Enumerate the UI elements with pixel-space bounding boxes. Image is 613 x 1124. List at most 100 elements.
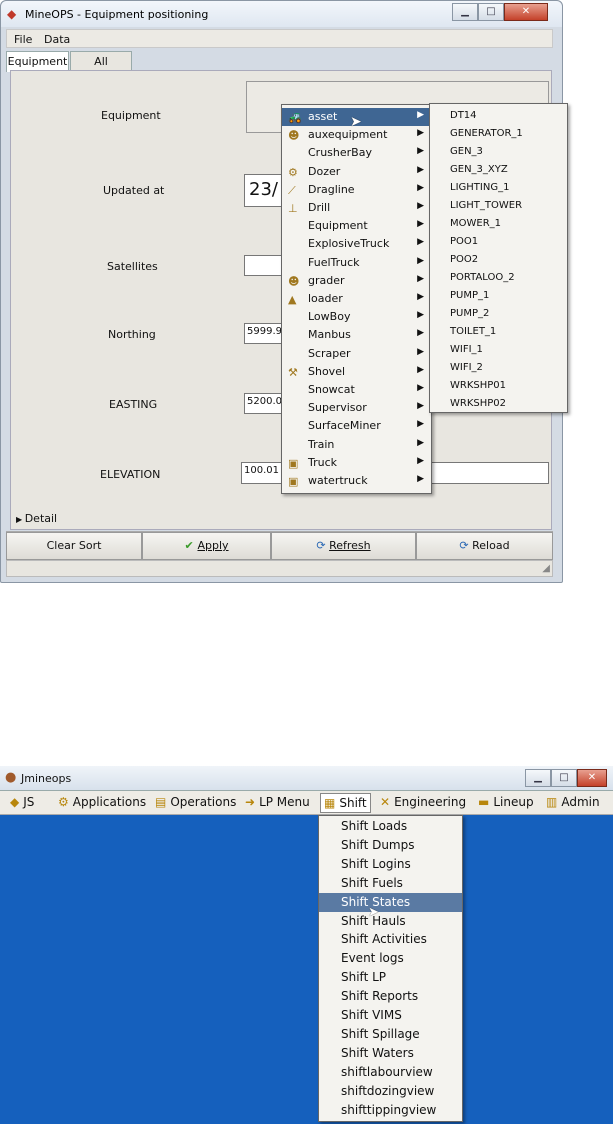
menu-item-train[interactable]: Train ▶: [282, 436, 432, 454]
shift-menu-item[interactable]: Shift Dumps: [319, 836, 462, 855]
minimize-button[interactable]: ▁: [452, 3, 478, 21]
apply-label: Apply: [197, 539, 229, 552]
menu-item-snowcat[interactable]: Snowcat ▶: [282, 381, 432, 399]
refresh-label: Refresh: [329, 539, 371, 552]
mouse-cursor-icon: ➤: [350, 114, 362, 130]
jmineops-window-controls: ▁ □ ✕: [525, 769, 607, 787]
shift-menu-item[interactable]: Shift Spillage: [319, 1025, 462, 1044]
jmineops-logo-icon: ●: [5, 770, 17, 785]
maximize-button[interactable]: □: [478, 3, 504, 21]
submenu-item[interactable]: PORTALOO_2: [450, 272, 515, 283]
menu-engineering[interactable]: ✕ Engineering: [380, 795, 466, 809]
reload-button[interactable]: ⟳ Reload: [416, 532, 553, 560]
menu-item-label: Shovel: [308, 364, 346, 378]
menu-item-supervisor[interactable]: Supervisor ▶: [282, 399, 432, 417]
shift-menu-item[interactable]: Shift Hauls: [319, 912, 462, 931]
shift-menu-item[interactable]: shiftlabourview: [319, 1063, 462, 1082]
submenu-item[interactable]: PUMP_2: [450, 308, 489, 319]
shift-menu-item[interactable]: Shift Reports: [319, 987, 462, 1006]
menu-operations[interactable]: ▤ Operations: [155, 795, 236, 809]
menu-shift[interactable]: ▦ Shift: [320, 793, 371, 813]
submenu-arrow-icon: ▶: [417, 273, 424, 284]
menu-item-label: Dragline: [308, 182, 355, 196]
submenu-item[interactable]: LIGHTING_1: [450, 182, 509, 193]
menu-item-manbus[interactable]: Manbus ▶: [282, 326, 432, 344]
desktop-area: [0, 815, 613, 1124]
submenu-item[interactable]: WRKSHP02: [450, 398, 506, 409]
jmineops-maximize-button[interactable]: □: [551, 769, 577, 787]
menu-label: JS: [23, 795, 35, 809]
submenu-item[interactable]: POO2: [450, 254, 478, 265]
menu-item-dozer[interactable]: ⚙ Dozer ▶: [282, 163, 432, 181]
menu-item-lowboy[interactable]: LowBoy ▶: [282, 308, 432, 326]
equipment-type-menu: 🚜 asset ▶ ☻ auxequipment ▶ CrusherBay ▶ ⚙ Dozer ▶ ⟋…: [281, 104, 432, 494]
menu-lp-menu[interactable]: ➜ LP Menu: [245, 795, 310, 809]
menu-lineup[interactable]: ▬ Lineup: [478, 795, 534, 809]
updated-at-field[interactable]: 23/: [244, 174, 284, 207]
shift-menu-item[interactable]: shiftdozingview: [319, 1082, 462, 1101]
clear-sort-button[interactable]: Clear Sort: [6, 532, 142, 560]
asset-submenu: DT14 GENERATOR_1 GEN_3 GEN_3_XYZ LIGHTING_1 L…: [429, 103, 568, 413]
submenu-item[interactable]: LIGHT_TOWER: [450, 200, 522, 211]
submenu-item[interactable]: PUMP_1: [450, 290, 489, 301]
shift-menu-item[interactable]: Shift Waters: [319, 1044, 462, 1063]
menu-item-scraper[interactable]: Scraper ▶: [282, 345, 432, 363]
menu-item-grader[interactable]: ☻ grader ▶: [282, 272, 432, 290]
refresh-button[interactable]: ⟳ Refresh: [271, 532, 416, 560]
menu-item-equipment[interactable]: Equipment ▶: [282, 217, 432, 235]
menu-js[interactable]: ◆ JS: [10, 795, 34, 809]
menu-item-fueltruck[interactable]: FuelTruck ▶: [282, 254, 432, 272]
menu-item-crusherbay[interactable]: CrusherBay ▶: [282, 144, 432, 162]
submenu-arrow-icon: ▶: [417, 346, 424, 357]
submenu-item[interactable]: DT14: [450, 110, 477, 121]
shovel-icon: ⚒: [288, 365, 298, 379]
shift-menu-item[interactable]: Shift VIMS: [319, 1006, 462, 1025]
detail-toggle[interactable]: ▶ Detail: [16, 512, 57, 525]
northing-field[interactable]: 5999.9: [244, 323, 284, 344]
shift-menu-item[interactable]: Shift LP: [319, 968, 462, 987]
menu-item-watertruck[interactable]: ▣ watertruck ▶: [282, 472, 432, 490]
menu-item-dragline[interactable]: ⟋ Dragline ▶: [282, 181, 432, 199]
resize-grip-icon[interactable]: ◢: [542, 563, 550, 574]
tab-all[interactable]: All: [70, 51, 132, 72]
submenu-item[interactable]: TOILET_1: [450, 326, 496, 337]
submenu-item[interactable]: WRKSHP01: [450, 380, 506, 391]
label-northing: Northing: [108, 328, 156, 341]
title-bar: ◆ MineOPS - Equipment positioning ▁ □ ✕: [1, 1, 562, 27]
easting-field[interactable]: 5200.0: [244, 393, 284, 414]
shift-menu-item[interactable]: Shift States: [319, 892, 462, 912]
shift-menu-item[interactable]: Shift Fuels: [319, 874, 462, 893]
jmineops-window-title: Jmineops: [21, 772, 72, 785]
shift-menu-item[interactable]: Event logs: [319, 949, 462, 968]
menu-data[interactable]: Data: [44, 33, 70, 46]
menu-item-explosivetruck[interactable]: ExplosiveTruck ▶: [282, 235, 432, 253]
menu-item-surfaceminer[interactable]: SurfaceMiner ▶: [282, 417, 432, 435]
submenu-item[interactable]: GEN_3_XYZ: [450, 164, 508, 175]
submenu-item[interactable]: GENERATOR_1: [450, 128, 523, 139]
satellites-field[interactable]: [244, 255, 284, 276]
shift-menu-item[interactable]: shifttippingview: [319, 1101, 462, 1120]
menu-item-drill[interactable]: ⊥ Drill ▶: [282, 199, 432, 217]
submenu-arrow-icon: ▶: [417, 328, 424, 339]
submenu-item[interactable]: GEN_3: [450, 146, 483, 157]
menu-applications[interactable]: ⚙ Applications: [58, 795, 146, 809]
menu-item-shovel[interactable]: ⚒ Shovel ▶: [282, 363, 432, 381]
tab-equipment[interactable]: Equipment: [6, 51, 69, 72]
menu-item-truck[interactable]: ▣ Truck ▶: [282, 454, 432, 472]
submenu-item[interactable]: POO1: [450, 236, 478, 247]
submenu-item[interactable]: WIFI_1: [450, 344, 483, 355]
jmineops-minimize-button[interactable]: ▁: [525, 769, 551, 787]
submenu-item[interactable]: MOWER_1: [450, 218, 501, 229]
jmineops-close-button[interactable]: ✕: [577, 769, 607, 787]
close-button[interactable]: ✕: [504, 3, 548, 21]
submenu-arrow-icon: ▶: [417, 219, 424, 230]
menu-file[interactable]: File: [14, 33, 32, 46]
shift-menu-item[interactable]: Shift Logins: [319, 855, 462, 874]
apply-button[interactable]: ✔ Apply: [142, 532, 271, 560]
menu-item-loader[interactable]: ▲ loader ▶: [282, 290, 432, 308]
applications-icon: ⚙: [58, 795, 69, 809]
shift-menu-item[interactable]: Shift Activities: [319, 930, 462, 949]
submenu-item[interactable]: WIFI_2: [450, 362, 483, 373]
menu-admin[interactable]: ▥ Admin: [546, 795, 600, 809]
shift-menu-item[interactable]: Shift Loads: [319, 817, 462, 836]
